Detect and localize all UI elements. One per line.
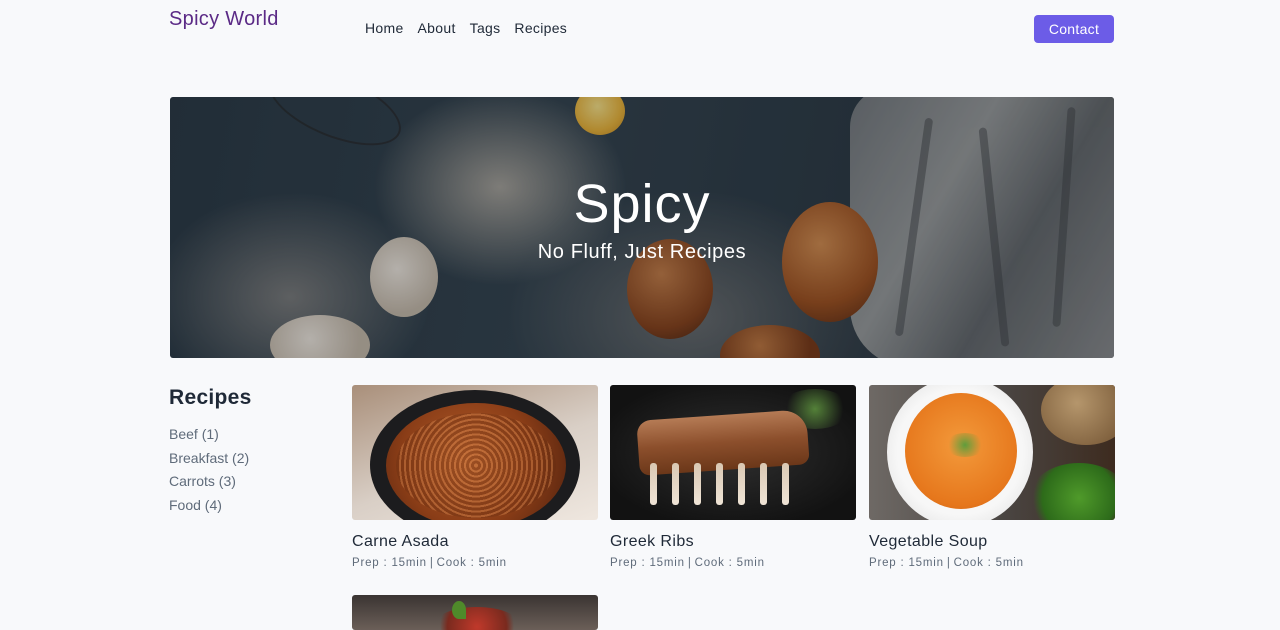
tag-list: Beef (1) Breakfast (2) Carrots (3) Food …	[169, 423, 249, 518]
recipe-prep-time: Prep : 15min	[352, 557, 427, 569]
nav-home[interactable]: Home	[365, 20, 404, 36]
nav-tags[interactable]: Tags	[470, 20, 501, 36]
recipe-image[interactable]	[352, 385, 598, 520]
hero-banner: Spicy No Fluff, Just Recipes	[170, 97, 1114, 358]
recipe-cook-time: Cook : 5min	[953, 557, 1024, 569]
brand-logo[interactable]: Spicy World	[169, 8, 279, 31]
tag-link-beef[interactable]: Beef (1)	[169, 423, 249, 447]
hero-title: Spicy	[573, 174, 711, 234]
sidebar-heading: Recipes	[169, 386, 252, 409]
recipe-image[interactable]	[869, 385, 1115, 520]
recipe-image[interactable]	[610, 385, 856, 520]
page: Spicy World Home About Tags Recipes Cont…	[0, 0, 1280, 630]
recipe-cook-time: Cook : 5min	[436, 557, 507, 569]
recipe-title[interactable]: Vegetable Soup	[869, 533, 1115, 551]
recipe-meta: Prep : 15min | Cook : 5min	[352, 557, 507, 569]
recipe-cook-time: Cook : 5min	[694, 557, 765, 569]
hero-subtitle: No Fluff, Just Recipes	[537, 241, 747, 263]
recipe-title[interactable]: Carne Asada	[352, 533, 598, 551]
contact-button[interactable]: Contact	[1034, 15, 1114, 43]
recipe-prep-time: Prep : 15min	[869, 557, 944, 569]
tag-link-breakfast[interactable]: Breakfast (2)	[169, 447, 249, 471]
recipe-card-vegetable-soup[interactable]: Vegetable Soup Prep : 15min | Cook : 5min	[869, 385, 1115, 569]
nav-about[interactable]: About	[418, 20, 456, 36]
recipe-card-carne-asada[interactable]: Carne Asada Prep : 15min | Cook : 5min	[352, 385, 598, 569]
tag-link-food[interactable]: Food (4)	[169, 494, 249, 518]
recipe-card-partial[interactable]	[352, 595, 598, 630]
recipe-image[interactable]	[352, 595, 598, 630]
recipe-prep-time: Prep : 15min	[610, 557, 685, 569]
recipe-title[interactable]: Greek Ribs	[610, 533, 856, 551]
recipe-meta: Prep : 15min | Cook : 5min	[869, 557, 1024, 569]
recipe-card-greek-ribs[interactable]: Greek Ribs Prep : 15min | Cook : 5min	[610, 385, 856, 569]
recipe-meta: Prep : 15min | Cook : 5min	[610, 557, 765, 569]
main-nav: Home About Tags Recipes	[365, 20, 567, 36]
tag-link-carrots[interactable]: Carrots (3)	[169, 470, 249, 494]
nav-recipes[interactable]: Recipes	[514, 20, 567, 36]
